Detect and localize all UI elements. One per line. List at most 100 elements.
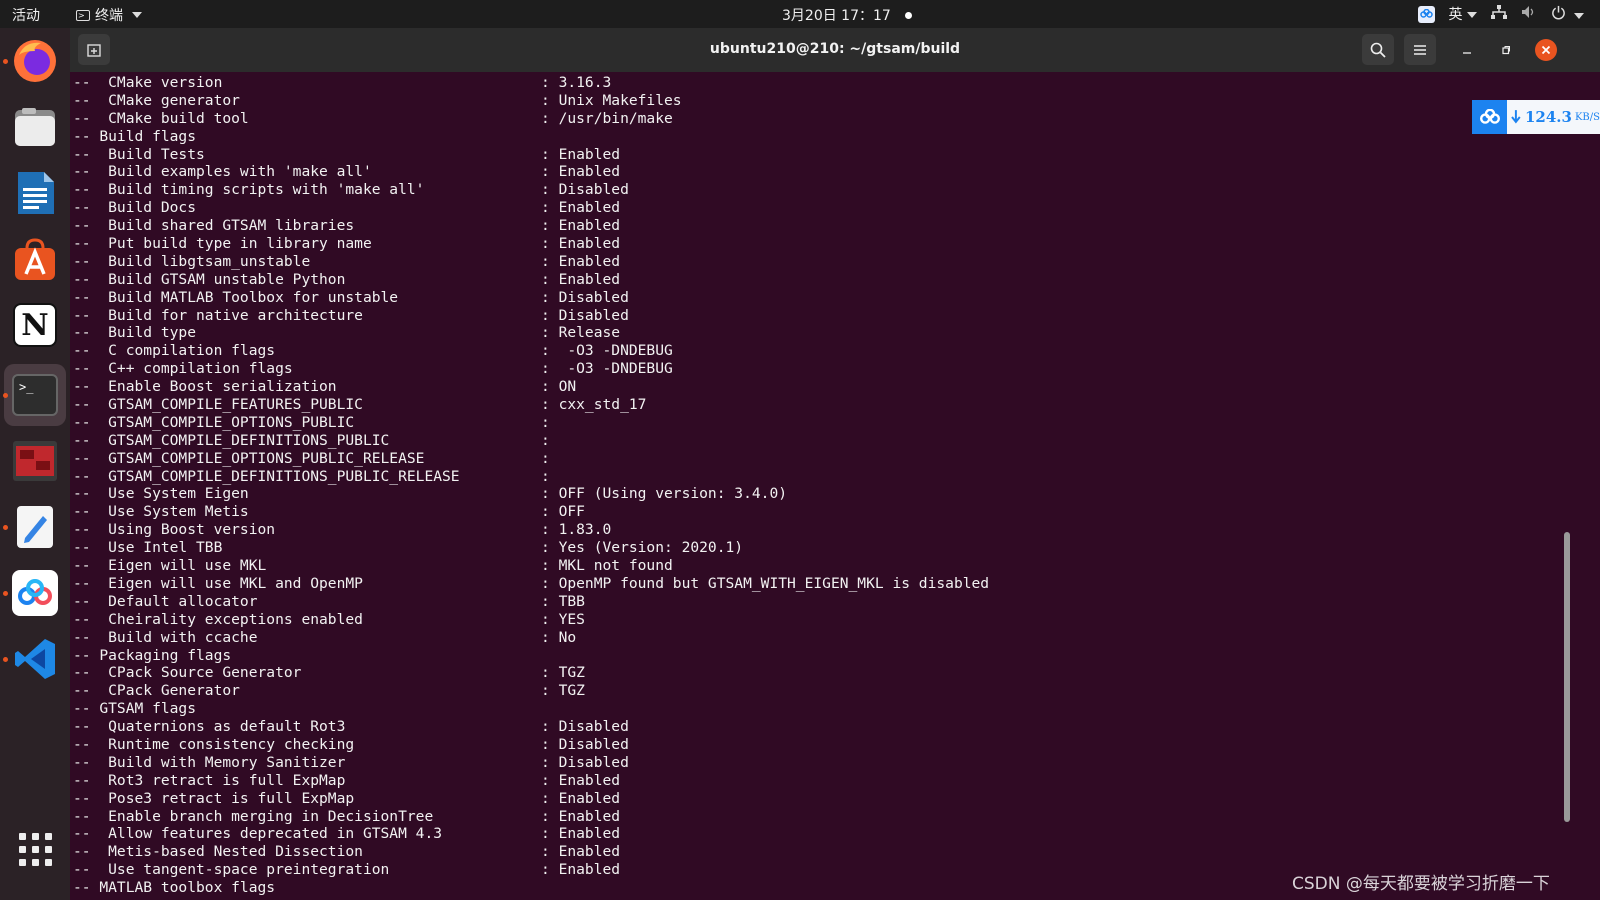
terminal-app-icon: > (76, 9, 90, 21)
terminal-line: -- Pose3 retract is full ExpMap: Enabled (73, 790, 989, 808)
terminal-line: -- C++ compilation flags: -O3 -DNDEBUG (73, 360, 989, 378)
option-value: : Enabled (541, 199, 621, 217)
dock-item-vscode[interactable] (3, 628, 66, 690)
terminal-line: -- GTSAM_COMPILE_DEFINITIONS_PUBLIC: (73, 432, 989, 450)
scrollbar-thumb[interactable] (1564, 532, 1570, 822)
option-name: -- Allow features deprecated in GTSAM 4.… (73, 825, 443, 843)
dock-item-notion[interactable]: N (4, 294, 66, 356)
terminal-line: -- Enable branch merging in DecisionTree… (73, 808, 989, 826)
terminal-line: -- GTSAM_COMPILE_OPTIONS_PUBLIC_RELEASE: (73, 450, 989, 468)
system-tray: 英 (1417, 4, 1584, 24)
speed-unit: KB/S (1574, 111, 1600, 123)
option-value: : Enabled (541, 252, 621, 270)
baidu-netdisk-tray-icon[interactable] (1417, 5, 1435, 23)
activities-button[interactable]: 活动 (12, 5, 40, 25)
menu-button[interactable] (1404, 34, 1436, 65)
terminal-line: -- Use Intel TBB: Yes (Version: 2020.1) (73, 539, 989, 557)
option-name: -- CMake generator (73, 91, 240, 109)
close-button[interactable] (1535, 39, 1557, 61)
dock-item-ubuntu-software[interactable] (4, 228, 66, 290)
network-icon[interactable] (1490, 5, 1507, 23)
option-name: -- C compilation flags (73, 342, 276, 360)
volume-icon[interactable] (1521, 5, 1537, 23)
option-name: -- Eigen will use MKL and OpenMP (73, 574, 363, 592)
option-name: -- Packaging flags (73, 646, 232, 664)
close-icon (1541, 45, 1551, 55)
chevron-down-icon (1574, 12, 1584, 19)
option-name: -- Use System Metis (73, 503, 249, 521)
option-value: : TBB (541, 592, 585, 610)
baidu-netdisk-logo-icon (1472, 100, 1508, 134)
terminal-line: -- Eigen will use MKL: MKL not found (73, 557, 989, 575)
option-name: -- Build timing scripts with 'make all' (73, 181, 425, 199)
option-name: -- Build GTSAM unstable Python (73, 270, 346, 288)
option-name: -- Build Docs (73, 199, 197, 217)
option-value: : (541, 431, 550, 449)
notion-icon: N (13, 303, 57, 347)
input-method-label: 英 (1448, 7, 1463, 23)
search-button[interactable] (1362, 34, 1394, 65)
input-method-indicator[interactable]: 英 (1449, 4, 1477, 24)
terminal-view[interactable]: -- CMake version: 3.16.3 -- CMake generat… (70, 72, 1600, 900)
option-name: -- GTSAM_COMPILE_FEATURES_PUBLIC (73, 396, 363, 414)
show-applications-button[interactable] (4, 818, 66, 880)
text-editor-icon (17, 506, 53, 548)
maximize-button[interactable] (1495, 39, 1517, 61)
restore-icon (1502, 46, 1510, 55)
dock-item-text-editor[interactable] (3, 496, 66, 558)
terminal-line: -- Build for native architecture: Disabl… (73, 307, 989, 325)
dock-item-files[interactable] (4, 96, 66, 158)
power-icon[interactable] (1551, 5, 1584, 24)
terminal-line: -- Runtime consistency checking: Disable… (73, 736, 989, 754)
option-value: : TGZ (541, 682, 585, 700)
chevron-down-icon (1466, 12, 1477, 18)
option-name: -- Build libgtsam_unstable (73, 252, 311, 270)
option-name: -- Using Boost version (73, 521, 276, 539)
dock-item-writer[interactable] (4, 162, 66, 224)
running-indicator (3, 393, 8, 398)
running-indicator (3, 657, 8, 662)
download-speed-widget[interactable]: 124.3 KB/S (1472, 100, 1600, 134)
terminal-output: -- CMake version: 3.16.3 -- CMake generat… (73, 74, 989, 897)
option-value: : Enabled (541, 771, 621, 789)
app-menu[interactable]: > 终端 (76, 5, 142, 25)
option-name: -- Metis-based Nested Dissection (73, 843, 363, 861)
terminal-line: -- Build flags (73, 128, 989, 146)
terminal-line: -- GTSAM_COMPILE_FEATURES_PUBLIC: cxx_st… (73, 396, 989, 414)
dock-item-terminal[interactable]: >_ (3, 364, 66, 426)
terminal-line: -- GTSAM_COMPILE_OPTIONS_PUBLIC: (73, 414, 989, 432)
option-name: -- Runtime consistency checking (73, 735, 355, 753)
window-titlebar: ubuntu210@210: ~/gtsam/build (70, 28, 1600, 72)
app-grid-icon (18, 832, 52, 866)
option-name: -- Enable branch merging in DecisionTree (73, 807, 434, 825)
option-value: : Enabled (541, 843, 621, 861)
option-name: -- Use System Eigen (73, 485, 249, 503)
terminal-line: -- Build MATLAB Toolbox for unstable: Di… (73, 289, 989, 307)
option-name: -- Use Intel TBB (73, 539, 223, 557)
option-value: : (541, 449, 550, 467)
terminal-line: -- Build libgtsam_unstable : Enabled (73, 253, 989, 271)
terminal-line: -- Use tangent-space preintegration: Ena… (73, 861, 989, 879)
option-value: : MKL not found (541, 557, 673, 575)
option-name: -- GTSAM_COMPILE_DEFINITIONS_PUBLIC_RELE… (73, 467, 460, 485)
option-name: -- Build flags (73, 127, 197, 145)
terminal-line: -- CMake version: 3.16.3 (73, 74, 989, 92)
terminal-line: -- Metis-based Nested Dissection : Enable… (73, 843, 989, 861)
chevron-down-icon (132, 12, 142, 18)
option-name: -- GTSAM_COMPILE_OPTIONS_PUBLIC (73, 413, 355, 431)
remote-desktop-icon (13, 441, 57, 481)
option-name: -- Cheirality exceptions enabled (73, 610, 363, 628)
option-value: : OpenMP found but GTSAM_WITH_EIGEN_MKL … (541, 574, 990, 592)
minimize-button[interactable] (1456, 39, 1478, 61)
option-name: -- Build shared GTSAM libraries (73, 217, 355, 235)
dock-item-firefox[interactable] (3, 30, 66, 92)
terminal-prompt-glyph: >_ (19, 380, 34, 394)
option-name: -- Build with ccache (73, 628, 258, 646)
option-value: : OFF (Using version: 3.4.0) (541, 485, 788, 503)
dock-item-baidu-netdisk[interactable] (3, 562, 66, 624)
terminal-line: -- Build examples with 'make all': Enabl… (73, 163, 989, 181)
terminal-line: -- Build Docs : Enabled (73, 199, 989, 217)
dock-item-remote-desktop[interactable] (4, 430, 66, 492)
clock[interactable]: 3月20日 17：17 (782, 5, 912, 25)
option-name: -- Build examples with 'make all' (73, 163, 372, 181)
